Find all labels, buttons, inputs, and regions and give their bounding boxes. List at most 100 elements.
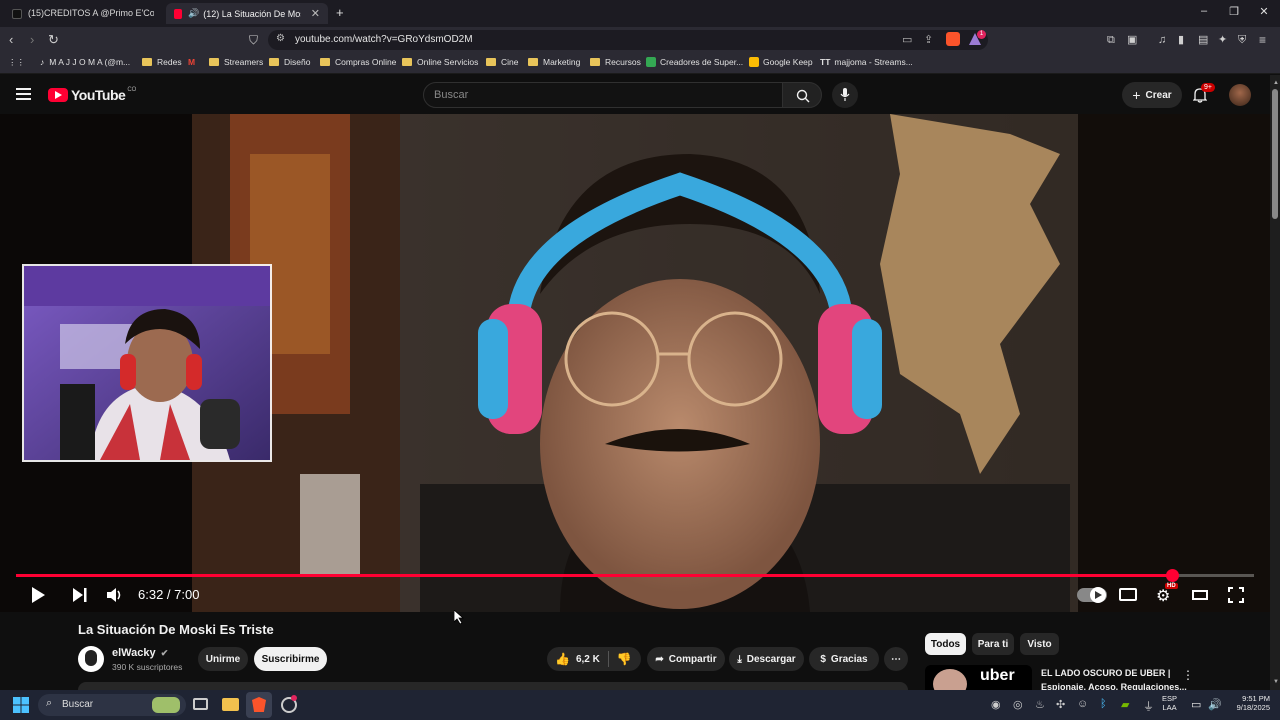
channel-avatar[interactable] — [78, 646, 104, 672]
bookmark-folder-recursos[interactable]: Recursos — [590, 57, 641, 67]
cast-icon[interactable]: ▭ — [902, 33, 912, 46]
wallet-alt-icon[interactable]: ▤ — [1198, 32, 1208, 48]
mute-button[interactable] — [106, 587, 124, 608]
progress-track[interactable] — [16, 569, 1254, 582]
share-button[interactable]: ➦ Compartir — [647, 647, 725, 671]
search-button[interactable] — [782, 82, 822, 108]
forward-icon[interactable]: › — [30, 32, 34, 48]
leo-ai-icon[interactable]: ✦ — [1218, 32, 1227, 48]
media-icon[interactable]: ♫ — [1158, 32, 1166, 48]
subtitles-icon[interactable] — [1119, 588, 1137, 601]
scroll-up-icon[interactable]: ▲ — [1273, 80, 1279, 86]
thanks-button[interactable]: $ Gracias — [809, 647, 879, 671]
clock[interactable]: 9:51 PM 9/18/2025 — [1226, 694, 1270, 712]
rewards-badge: 1 — [977, 30, 986, 39]
bookmark-creadores[interactable]: Creadores de Super... — [646, 57, 743, 67]
bookmarks-bar: ⋮⋮ ♪ M A J J O M A (@m... Redes M Streame… — [0, 53, 1280, 74]
file-explorer-icon[interactable] — [222, 698, 239, 711]
browser-tab-tiktok[interactable]: (15)CREDITOS A @Primo E'Costa 🌴 — [4, 3, 162, 24]
taskbar-search[interactable]: ⌕ Buscar — [38, 694, 186, 716]
bookmark-streams[interactable]: TT majjoma - Streams... — [820, 57, 913, 67]
tray-bluetooth-icon[interactable]: ᛒ — [1100, 698, 1107, 710]
close-window-icon[interactable]: ✕ — [1256, 5, 1272, 18]
close-tab-icon[interactable]: ✕ — [311, 7, 320, 20]
tray-volume-icon[interactable]: 🔊 — [1208, 698, 1222, 711]
notifications-button[interactable]: 9+ — [1192, 83, 1215, 108]
youtube-logo[interactable]: YouTube CO — [48, 87, 136, 103]
page-scrollbar[interactable]: ▲ ▼ — [1270, 75, 1280, 690]
download-button[interactable]: ⤓ Descargar — [729, 647, 804, 671]
bookmark-item[interactable]: ♪ M A J J O M A (@m... — [40, 57, 130, 67]
bookmark-icon[interactable]: ⛉ — [249, 32, 258, 48]
suggested-video-thumbnail[interactable]: uber — [925, 665, 1032, 690]
settings-gear-icon[interactable]: ⚙ HD — [1156, 583, 1178, 606]
fullscreen-icon[interactable] — [1228, 587, 1244, 608]
suggestion-menu-icon[interactable]: ⋮ — [1182, 668, 1194, 682]
video-player[interactable]: 6:32 / 7:00 ⚙ HD — [0, 114, 1270, 612]
avatar[interactable] — [1229, 84, 1251, 106]
wallet-icon[interactable]: ▣ — [1127, 32, 1137, 48]
browser-tab-youtube[interactable]: 🔊 (12) La Situación De Moski Es ✕ — [166, 3, 328, 24]
bookmark-folder-redes[interactable]: Redes — [142, 57, 182, 67]
subscribe-button[interactable]: Suscribirme — [254, 647, 327, 671]
apps-grid-icon[interactable]: ⋮⋮ — [8, 57, 25, 68]
scroll-thumb[interactable] — [1272, 89, 1278, 219]
channel-name-text: elWacky — [112, 647, 156, 659]
bookmark-folder-marketing[interactable]: Marketing — [528, 57, 580, 67]
brave-taskbar-button[interactable] — [246, 692, 272, 718]
bookmark-folder-cine[interactable]: Cine — [486, 57, 518, 67]
language-indicator[interactable]: ESP LAA — [1162, 694, 1177, 712]
chip-todos[interactable]: Todos — [925, 633, 966, 655]
new-tab-button[interactable]: + — [336, 5, 344, 20]
back-icon[interactable]: ‹ — [9, 32, 13, 48]
chip-para-ti[interactable]: Para ti — [972, 633, 1014, 655]
scroll-down-icon[interactable]: ▼ — [1273, 679, 1279, 685]
suggested-video-title[interactable]: EL LADO OSCURO DE UBER | — [1041, 668, 1170, 678]
bookmark-folder-diseno[interactable]: Diseño — [269, 57, 310, 67]
chip-visto[interactable]: Visto — [1020, 633, 1059, 655]
tray-app-icon[interactable]: ◉ — [991, 698, 1001, 711]
microphone-icon — [840, 88, 850, 101]
bookmark-folder-streamers[interactable]: Streamers — [209, 57, 263, 67]
search-input[interactable]: Buscar — [423, 82, 783, 108]
bookmark-folder-servicios[interactable]: Online Servicios — [402, 57, 478, 67]
site-info-icon[interactable]: ⚙ — [276, 33, 285, 44]
play-button[interactable] — [30, 586, 46, 609]
create-button[interactable]: + Crear — [1122, 82, 1182, 108]
share-icon[interactable]: ⇪ — [924, 33, 933, 46]
folder-icon — [209, 58, 219, 66]
tray-display-icon[interactable]: ▭ — [1191, 698, 1201, 711]
task-view-icon[interactable] — [193, 698, 208, 710]
like-button[interactable]: 👍 6,2 K — [555, 652, 600, 666]
tray-usb-icon[interactable]: ⏚ — [1143, 698, 1154, 714]
tray-nvidia-icon[interactable]: ▰ — [1121, 698, 1129, 711]
vpn-icon[interactable]: ⛨ — [1238, 32, 1246, 48]
app-icon[interactable] — [281, 695, 297, 713]
join-button[interactable]: Unirme — [198, 647, 248, 671]
channel-name[interactable]: elWacky ✔ — [112, 647, 168, 659]
next-button[interactable] — [72, 587, 88, 608]
minimize-icon[interactable]: – — [1196, 5, 1212, 17]
restore-icon[interactable]: ❐ — [1226, 5, 1242, 18]
dislike-button[interactable]: 👎 — [617, 652, 632, 666]
theater-mode-icon[interactable] — [1192, 590, 1208, 600]
sidebar-toggle-icon[interactable]: ▮ — [1178, 32, 1184, 48]
description-box[interactable] — [78, 682, 908, 690]
hamburger-menu-icon[interactable] — [16, 88, 31, 100]
reload-icon[interactable]: ↻ — [48, 32, 59, 48]
address-bar[interactable]: ⚙ youtube.com/watch?v=GRoYdsmOD2M ▭ ⇪ 1 — [268, 30, 988, 50]
bookmark-gmail[interactable]: M — [188, 57, 195, 67]
voice-search-button[interactable] — [832, 82, 858, 108]
brave-shields-icon[interactable] — [946, 32, 960, 46]
autoplay-toggle[interactable] — [1077, 587, 1107, 603]
more-actions-icon[interactable]: ⋯ — [884, 647, 908, 671]
windows-start-icon[interactable] — [13, 697, 29, 713]
tray-discord-icon[interactable]: ☺ — [1077, 698, 1088, 710]
bookmark-keep[interactable]: Google Keep — [749, 57, 813, 67]
bookmark-folder-compras[interactable]: Compras Online — [320, 57, 396, 67]
tray-network-icon[interactable]: ✣ — [1056, 698, 1065, 711]
menu-icon[interactable]: ≡ — [1259, 32, 1266, 48]
extensions-icon[interactable]: ⧉ — [1107, 32, 1115, 48]
tray-steam-icon[interactable]: ♨ — [1035, 698, 1045, 711]
tray-obs-icon[interactable]: ◎ — [1013, 698, 1023, 711]
